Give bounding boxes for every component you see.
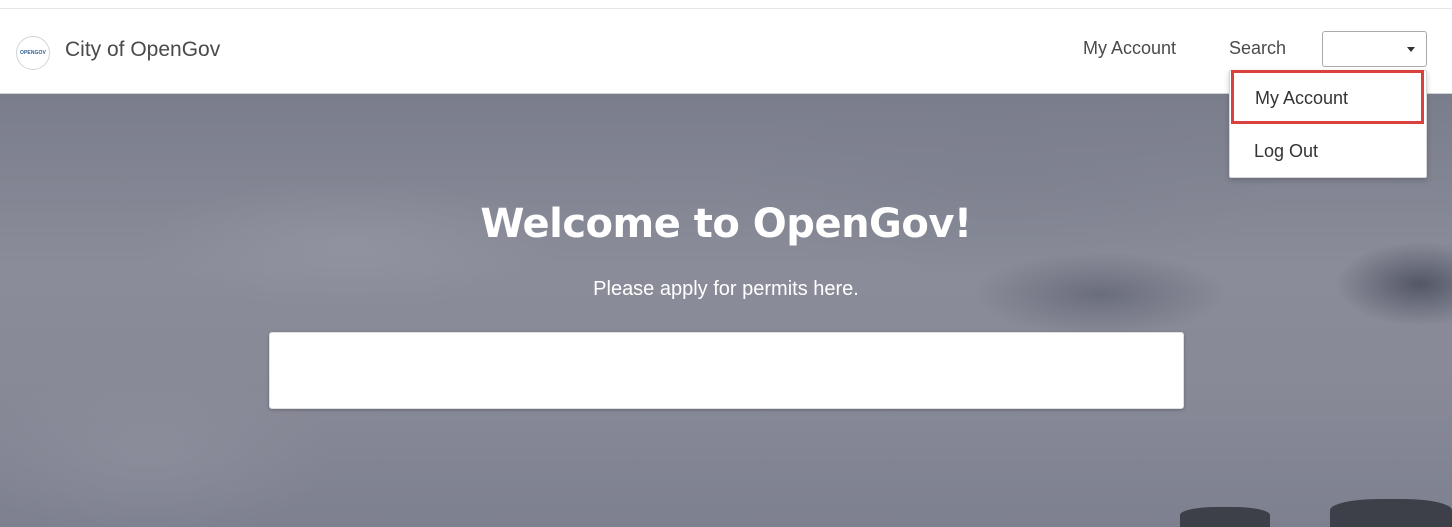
logo-text: OPENGOV bbox=[20, 50, 46, 56]
nav-search-link[interactable]: Search bbox=[1229, 38, 1286, 59]
chevron-down-icon bbox=[1407, 47, 1415, 52]
tree-silhouette bbox=[1330, 499, 1452, 527]
account-select[interactable] bbox=[1322, 31, 1427, 67]
tree-silhouette bbox=[1180, 507, 1270, 527]
dropdown-item-label: My Account bbox=[1255, 88, 1349, 108]
dropdown-item-my-account[interactable]: My Account bbox=[1231, 70, 1424, 124]
nav-my-account-link[interactable]: My Account bbox=[1083, 38, 1176, 59]
permit-search-input[interactable] bbox=[269, 332, 1184, 409]
hero-subtitle: Please apply for permits here. bbox=[593, 278, 859, 300]
hero-title: Welcome to OpenGov! bbox=[480, 201, 972, 247]
dropdown-item-log-out[interactable]: Log Out bbox=[1230, 127, 1426, 177]
opengov-logo-icon[interactable]: OPENGOV bbox=[16, 36, 50, 70]
account-dropdown-menu: My Account Log Out bbox=[1229, 70, 1427, 178]
page: OPENGOV City of OpenGov My Account Searc… bbox=[0, 0, 1452, 527]
site-title[interactable]: City of OpenGov bbox=[65, 38, 220, 62]
dropdown-item-label: Log Out bbox=[1254, 141, 1319, 161]
